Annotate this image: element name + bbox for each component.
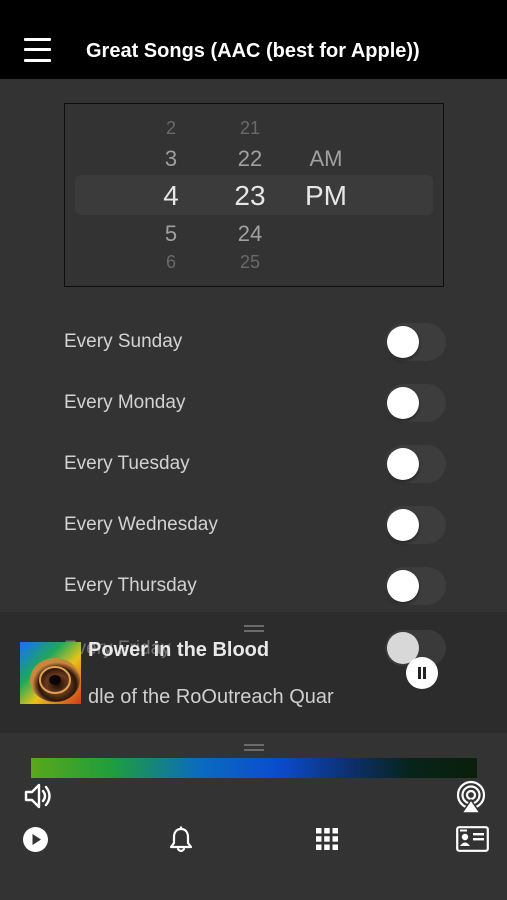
drag-handle-lower[interactable] xyxy=(244,744,264,751)
day-label: Every Tuesday xyxy=(64,453,190,474)
minute-option[interactable]: 21 xyxy=(220,118,280,139)
top-bar: Great Songs (AAC (best for Apple)) xyxy=(0,0,507,79)
day-row-sunday: Every Sunday xyxy=(0,311,507,372)
track-artist: dle of the RoOutreach Quar xyxy=(88,686,334,708)
ampm-option[interactable]: AM xyxy=(295,146,357,172)
bell-icon[interactable] xyxy=(168,826,194,853)
drag-handle[interactable] xyxy=(244,625,264,632)
minute-option[interactable]: 22 xyxy=(220,146,280,172)
day-row-wednesday: Every Wednesday xyxy=(0,494,507,555)
minute-option[interactable]: 24 xyxy=(220,221,280,247)
album-art xyxy=(20,642,81,704)
toggle-knob xyxy=(387,570,419,602)
track-title: Power in the Blood xyxy=(88,639,270,661)
sunday-toggle[interactable] xyxy=(385,323,446,361)
toggle-knob xyxy=(387,448,419,480)
minute-wheel[interactable]: 21 22 23 24 25 xyxy=(220,104,280,286)
pause-icon[interactable] xyxy=(406,657,438,689)
toggle-knob xyxy=(387,326,419,358)
day-row-thursday: Every Thursday xyxy=(0,555,507,616)
hour-option[interactable]: 3 xyxy=(145,146,197,172)
ampm-wheel[interactable]: AM PM xyxy=(295,104,357,286)
time-picker[interactable]: 2 3 4 5 6 21 22 23 24 25 AM PM xyxy=(64,103,444,287)
minute-selected[interactable]: 23 xyxy=(220,180,280,212)
audio-spectrum-bar xyxy=(31,758,477,778)
speaker-icon[interactable] xyxy=(22,780,54,812)
play-icon[interactable] xyxy=(22,826,49,853)
day-label: Every Thursday xyxy=(64,575,197,596)
page-title: Great Songs (AAC (best for Apple)) xyxy=(86,40,420,62)
contact-card-icon[interactable] xyxy=(456,826,489,852)
day-label: Every Wednesday xyxy=(64,514,218,535)
hour-option[interactable]: 2 xyxy=(145,118,197,139)
hour-wheel[interactable]: 2 3 4 5 6 xyxy=(145,104,197,286)
thursday-toggle[interactable] xyxy=(385,567,446,605)
hour-option[interactable]: 6 xyxy=(145,252,197,273)
now-playing-panel[interactable]: Every Friday Power in the Blood dle of t… xyxy=(0,612,507,733)
day-row-tuesday: Every Tuesday xyxy=(0,433,507,494)
toggle-knob xyxy=(387,387,419,419)
toggle-knob xyxy=(387,509,419,541)
hour-option[interactable]: 5 xyxy=(145,221,197,247)
day-row-monday: Every Monday xyxy=(0,372,507,433)
monday-toggle[interactable] xyxy=(385,384,446,422)
day-label: Every Sunday xyxy=(64,331,183,352)
minute-option[interactable]: 25 xyxy=(220,252,280,273)
wednesday-toggle[interactable] xyxy=(385,506,446,544)
airplay-icon[interactable] xyxy=(454,780,488,814)
hamburger-menu-icon[interactable] xyxy=(24,38,51,62)
day-label: Every Monday xyxy=(64,392,186,413)
hour-selected[interactable]: 4 xyxy=(145,180,197,212)
grid-icon[interactable] xyxy=(316,828,338,850)
tuesday-toggle[interactable] xyxy=(385,445,446,483)
ampm-selected[interactable]: PM xyxy=(295,180,357,212)
